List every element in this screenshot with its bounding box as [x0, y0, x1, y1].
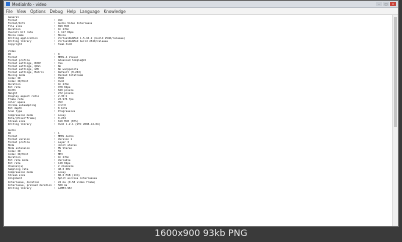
mediainfo-window: MediaInfo - video – □ × File View Options D…: [3, 0, 399, 227]
menu-item-language[interactable]: Language: [80, 9, 100, 14]
info-text-area: General Format: AVI Format/Info: Audio Video…: [4, 15, 392, 226]
image-caption: 1600x900 93kb PNG: [154, 229, 248, 239]
menu-item-knowledge[interactable]: Knowledge: [104, 9, 126, 14]
window-title: MediaInfo - video: [12, 1, 47, 7]
window-controls: – □ ×: [376, 2, 396, 6]
close-button[interactable]: ×: [390, 2, 396, 6]
menu-item-options[interactable]: Options: [30, 9, 45, 14]
field-name: Copyright: [8, 43, 23, 47]
menu-item-debug[interactable]: Debug: [50, 9, 63, 14]
field-value: LAME3.98r: [58, 186, 73, 190]
scrollbar-thumb[interactable]: [394, 17, 397, 127]
field-name: Writing library: [8, 186, 32, 190]
minimize-button[interactable]: –: [376, 2, 382, 6]
menu-item-help[interactable]: Help: [67, 9, 76, 14]
vertical-scrollbar[interactable]: [392, 15, 398, 226]
menu-bar: File View Options Debug Help Language Knowledg…: [4, 8, 398, 15]
menu-item-file[interactable]: File: [6, 9, 13, 14]
field-name: Writing library: [8, 122, 32, 126]
field-value: Team XviD: [58, 43, 73, 47]
maximize-button[interactable]: □: [383, 2, 389, 6]
menu-item-view[interactable]: View: [17, 9, 27, 14]
title-bar: MediaInfo - video – □ ×: [4, 1, 398, 8]
field-value: XviD 1.2.1 (UTC 2008-12-04): [58, 122, 101, 126]
app-icon: [6, 2, 10, 6]
